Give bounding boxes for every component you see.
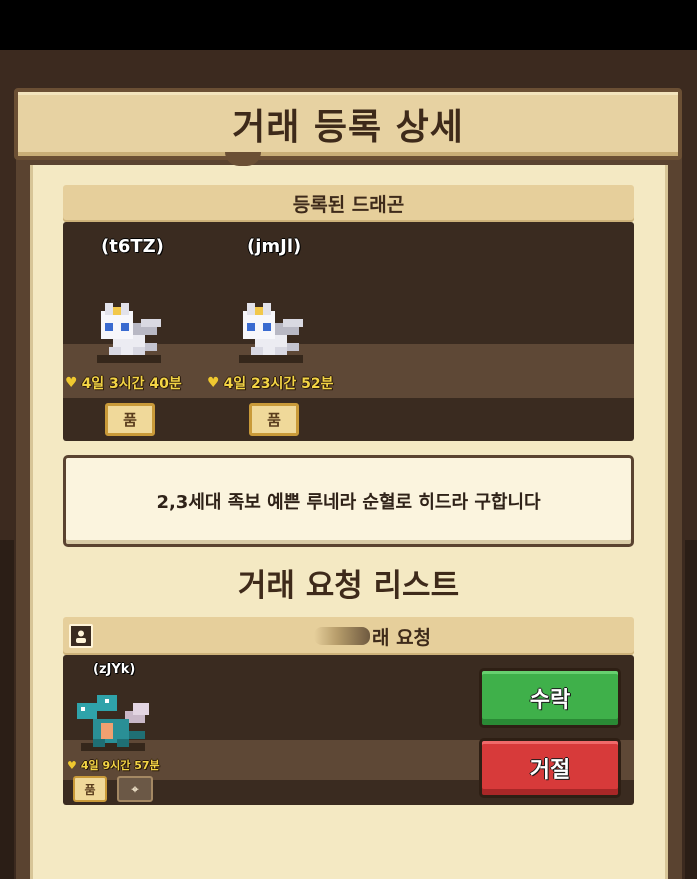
- white-dragon-sprite: [239, 303, 303, 363]
- profile-icon[interactable]: [69, 624, 93, 648]
- family-tree-button[interactable]: 품: [105, 403, 155, 436]
- page-title: 거래 등록 상세: [232, 107, 464, 148]
- trade-note: 2,3세대 족보 예쁜 루네라 순혈로 히드라 구합니다: [63, 455, 634, 547]
- registered-dragon-card[interactable]: (jmJl) ♥ 4일 23시간 52분 품: [205, 222, 347, 441]
- hydra-sprite: [77, 695, 149, 751]
- registered-dragons-area: (t6TZ) ♥ 4일 3시간 40분 품 (jmJl) ♥ 4일 23시간 5…: [63, 222, 634, 441]
- profile-glyph: [76, 630, 86, 643]
- request-header: 래 요청: [63, 617, 634, 655]
- reject-button[interactable]: 거절: [479, 738, 621, 798]
- dragon-id-label: (t6TZ): [101, 236, 164, 257]
- request-dragon-card[interactable]: (zJYk) ♥ 4일 9시간 57분 품 ⌖: [63, 655, 205, 805]
- dragon-id-label: (jmJl): [247, 236, 302, 257]
- registered-header-bar: 등록된 드래곤: [63, 185, 634, 222]
- dragon-timer: ♥ 4일 3시간 40분: [65, 373, 182, 393]
- registered-header: 등록된 드래곤: [292, 194, 405, 216]
- locate-button[interactable]: ⌖: [117, 776, 153, 802]
- family-tree-icon: 품: [267, 411, 281, 429]
- heart-timer-icon: ♥: [67, 758, 77, 772]
- dragon-timer-text: 4일 23시간 52분: [223, 376, 334, 392]
- blurred-header-prefix: [313, 627, 370, 645]
- locate-icon: ⌖: [131, 781, 139, 796]
- heart-timer-icon: ♥: [207, 375, 220, 391]
- dragon-timer: ♥ 4일 23시간 52분: [207, 373, 334, 393]
- registered-dragon-card[interactable]: (t6TZ) ♥ 4일 3시간 40분 품: [63, 222, 205, 441]
- family-tree-button[interactable]: 품: [73, 776, 107, 802]
- heart-timer-icon: ♥: [65, 375, 78, 391]
- request-header-bar: 래 요청: [63, 617, 634, 655]
- family-tree-icon: 품: [123, 411, 137, 429]
- white-dragon-sprite: [97, 303, 161, 363]
- dragon-timer-text: 4일 3시간 40분: [81, 376, 182, 392]
- dragon-timer: ♥ 4일 9시간 57분: [67, 757, 160, 773]
- family-tree-button[interactable]: 품: [249, 403, 299, 436]
- request-list-title: 거래 요청 리스트: [237, 568, 460, 604]
- accept-button[interactable]: 수락: [479, 668, 621, 728]
- request-header-text: 래 요청: [371, 626, 432, 649]
- dragon-timer-text: 4일 9시간 57분: [80, 759, 160, 772]
- family-tree-icon: 품: [84, 782, 96, 797]
- dragon-id-label: (zJYk): [93, 662, 136, 677]
- title-banner: 거래 등록 상세: [14, 88, 682, 160]
- top-black-bar: [0, 0, 697, 50]
